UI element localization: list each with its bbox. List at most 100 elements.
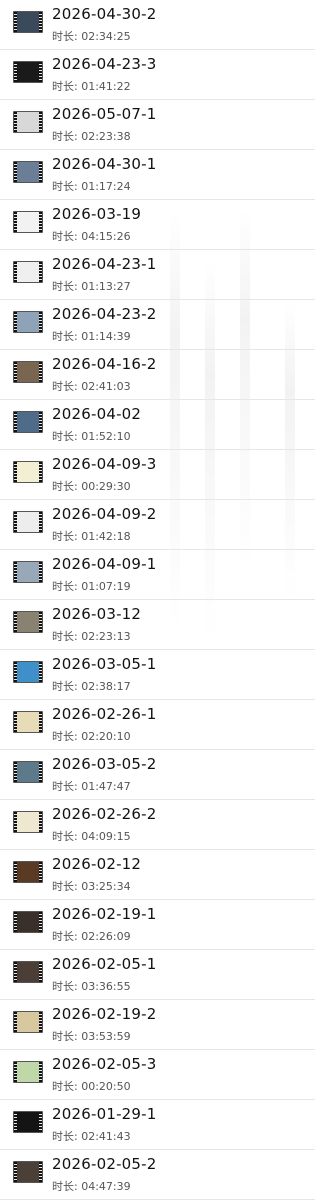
duration-label: 时长: — [52, 530, 82, 543]
video-title: 2026-04-23-3 — [52, 55, 157, 73]
duration-label: 时长: — [52, 1030, 82, 1043]
list-item[interactable]: 2026-04-09-1 时长: 01:07:19 — [0, 550, 315, 600]
list-item[interactable]: 2026-03-05-1 时长: 02:38:17 — [0, 650, 315, 700]
duration-value: 01:14:39 — [81, 330, 131, 343]
duration-value: 01:17:24 — [81, 180, 131, 193]
duration-label: 时长: — [52, 830, 82, 843]
video-duration: 时长: 01:13:27 — [52, 278, 131, 294]
video-title: 2026-03-05-2 — [52, 755, 157, 773]
video-thumbnail-icon — [13, 761, 43, 783]
duration-label: 时长: — [52, 630, 82, 643]
video-thumbnail-icon — [13, 961, 43, 983]
video-thumbnail-icon — [13, 1111, 43, 1133]
list-item[interactable]: 2026-04-16-2 时长: 02:41:03 — [0, 350, 315, 400]
video-list: 2026-04-30-2 时长: 02:34:25 2026-04-23-3 时长: … — [0, 0, 315, 1200]
duration-label: 时长: — [52, 680, 82, 693]
video-thumbnail-icon — [13, 211, 43, 233]
video-title: 2026-04-23-2 — [52, 305, 157, 323]
video-thumbnail-icon — [13, 411, 43, 433]
list-item[interactable]: 2026-02-05-2 时长: 04:47:39 — [0, 1150, 315, 1200]
video-title: 2026-04-09-1 — [52, 555, 157, 573]
duration-value: 00:20:50 — [81, 1080, 131, 1093]
video-title: 2026-04-23-1 — [52, 255, 157, 273]
list-item[interactable]: 2026-02-26-2 时长: 04:09:15 — [0, 800, 315, 850]
video-thumbnail-icon — [13, 1161, 43, 1183]
video-title: 2026-03-12 — [52, 605, 142, 623]
duration-value: 02:41:43 — [81, 1130, 131, 1143]
duration-label: 时长: — [52, 80, 82, 93]
duration-label: 时长: — [52, 230, 82, 243]
video-duration: 时长: 03:36:55 — [52, 978, 131, 994]
list-item[interactable]: 2026-03-19 时长: 04:15:26 — [0, 200, 315, 250]
video-duration: 时长: 00:20:50 — [52, 1078, 131, 1094]
list-item[interactable]: 2026-04-23-1 时长: 01:13:27 — [0, 250, 315, 300]
video-thumbnail-icon — [13, 1061, 43, 1083]
list-item[interactable]: 2026-02-05-1 时长: 03:36:55 — [0, 950, 315, 1000]
video-thumbnail-icon — [13, 661, 43, 683]
list-item[interactable]: 2026-04-30-1 时长: 01:17:24 — [0, 150, 315, 200]
list-item[interactable]: 2026-03-05-2 时长: 01:47:47 — [0, 750, 315, 800]
video-title: 2026-02-05-2 — [52, 1155, 157, 1173]
duration-label: 时长: — [52, 30, 82, 43]
list-item[interactable]: 2026-02-26-1 时长: 02:20:10 — [0, 700, 315, 750]
video-thumbnail-icon — [13, 361, 43, 383]
video-duration: 时长: 03:53:59 — [52, 1028, 131, 1044]
video-title: 2026-02-05-1 — [52, 955, 157, 973]
video-title: 2026-02-26-2 — [52, 805, 157, 823]
duration-label: 时长: — [52, 780, 82, 793]
video-duration: 时长: 01:52:10 — [52, 428, 131, 444]
list-item[interactable]: 2026-02-12 时长: 03:25:34 — [0, 850, 315, 900]
duration-label: 时长: — [52, 880, 82, 893]
list-item[interactable]: 2026-02-19-2 时长: 03:53:59 — [0, 1000, 315, 1050]
list-item[interactable]: 2026-02-19-1 时长: 02:26:09 — [0, 900, 315, 950]
duration-value: 02:38:17 — [81, 680, 131, 693]
list-item[interactable]: 2026-01-29-1 时长: 02:41:43 — [0, 1100, 315, 1150]
duration-value: 03:36:55 — [81, 980, 131, 993]
duration-label: 时长: — [52, 730, 82, 743]
duration-value: 01:13:27 — [81, 280, 131, 293]
duration-label: 时长: — [52, 180, 82, 193]
list-item[interactable]: 2026-04-23-3 时长: 01:41:22 — [0, 50, 315, 100]
video-thumbnail-icon — [13, 561, 43, 583]
video-title: 2026-02-19-2 — [52, 1005, 157, 1023]
video-duration: 时长: 02:23:38 — [52, 128, 131, 144]
duration-value: 02:41:03 — [81, 380, 131, 393]
video-duration: 时长: 04:09:15 — [52, 828, 131, 844]
list-item[interactable]: 2026-04-02 时长: 01:52:10 — [0, 400, 315, 450]
duration-label: 时长: — [52, 580, 82, 593]
video-thumbnail-icon — [13, 1011, 43, 1033]
video-thumbnail-icon — [13, 811, 43, 833]
video-duration: 时长: 01:14:39 — [52, 328, 131, 344]
list-item[interactable]: 2026-05-07-1 时长: 02:23:38 — [0, 100, 315, 150]
duration-label: 时长: — [52, 380, 82, 393]
duration-value: 01:47:47 — [81, 780, 131, 793]
video-thumbnail-icon — [13, 861, 43, 883]
video-title: 2026-04-09-3 — [52, 455, 157, 473]
video-duration: 时长: 02:20:10 — [52, 728, 131, 744]
video-thumbnail-icon — [13, 111, 43, 133]
video-thumbnail-icon — [13, 261, 43, 283]
video-thumbnail-icon — [13, 461, 43, 483]
duration-value: 01:52:10 — [81, 430, 131, 443]
video-duration: 时长: 01:41:22 — [52, 78, 131, 94]
duration-value: 02:26:09 — [81, 930, 131, 943]
list-item[interactable]: 2026-03-12 时长: 02:23:13 — [0, 600, 315, 650]
video-thumbnail-icon — [13, 611, 43, 633]
list-item[interactable]: 2026-04-23-2 时长: 01:14:39 — [0, 300, 315, 350]
video-duration: 时长: 02:26:09 — [52, 928, 131, 944]
video-duration: 时长: 01:42:18 — [52, 528, 131, 544]
list-item[interactable]: 2026-02-05-3 时长: 00:20:50 — [0, 1050, 315, 1100]
video-title: 2026-01-29-1 — [52, 1105, 157, 1123]
video-duration: 时长: 00:29:30 — [52, 478, 131, 494]
duration-value: 04:09:15 — [81, 830, 131, 843]
video-duration: 时长: 03:25:34 — [52, 878, 131, 894]
video-thumbnail-icon — [13, 11, 43, 33]
duration-value: 01:41:22 — [81, 80, 131, 93]
list-item[interactable]: 2026-04-09-2 时长: 01:42:18 — [0, 500, 315, 550]
list-item[interactable]: 2026-04-09-3 时长: 00:29:30 — [0, 450, 315, 500]
video-duration: 时长: 01:17:24 — [52, 178, 131, 194]
duration-label: 时长: — [52, 930, 82, 943]
video-duration: 时长: 02:41:03 — [52, 378, 131, 394]
list-item[interactable]: 2026-04-30-2 时长: 02:34:25 — [0, 0, 315, 50]
duration-value: 04:47:39 — [81, 1180, 131, 1193]
